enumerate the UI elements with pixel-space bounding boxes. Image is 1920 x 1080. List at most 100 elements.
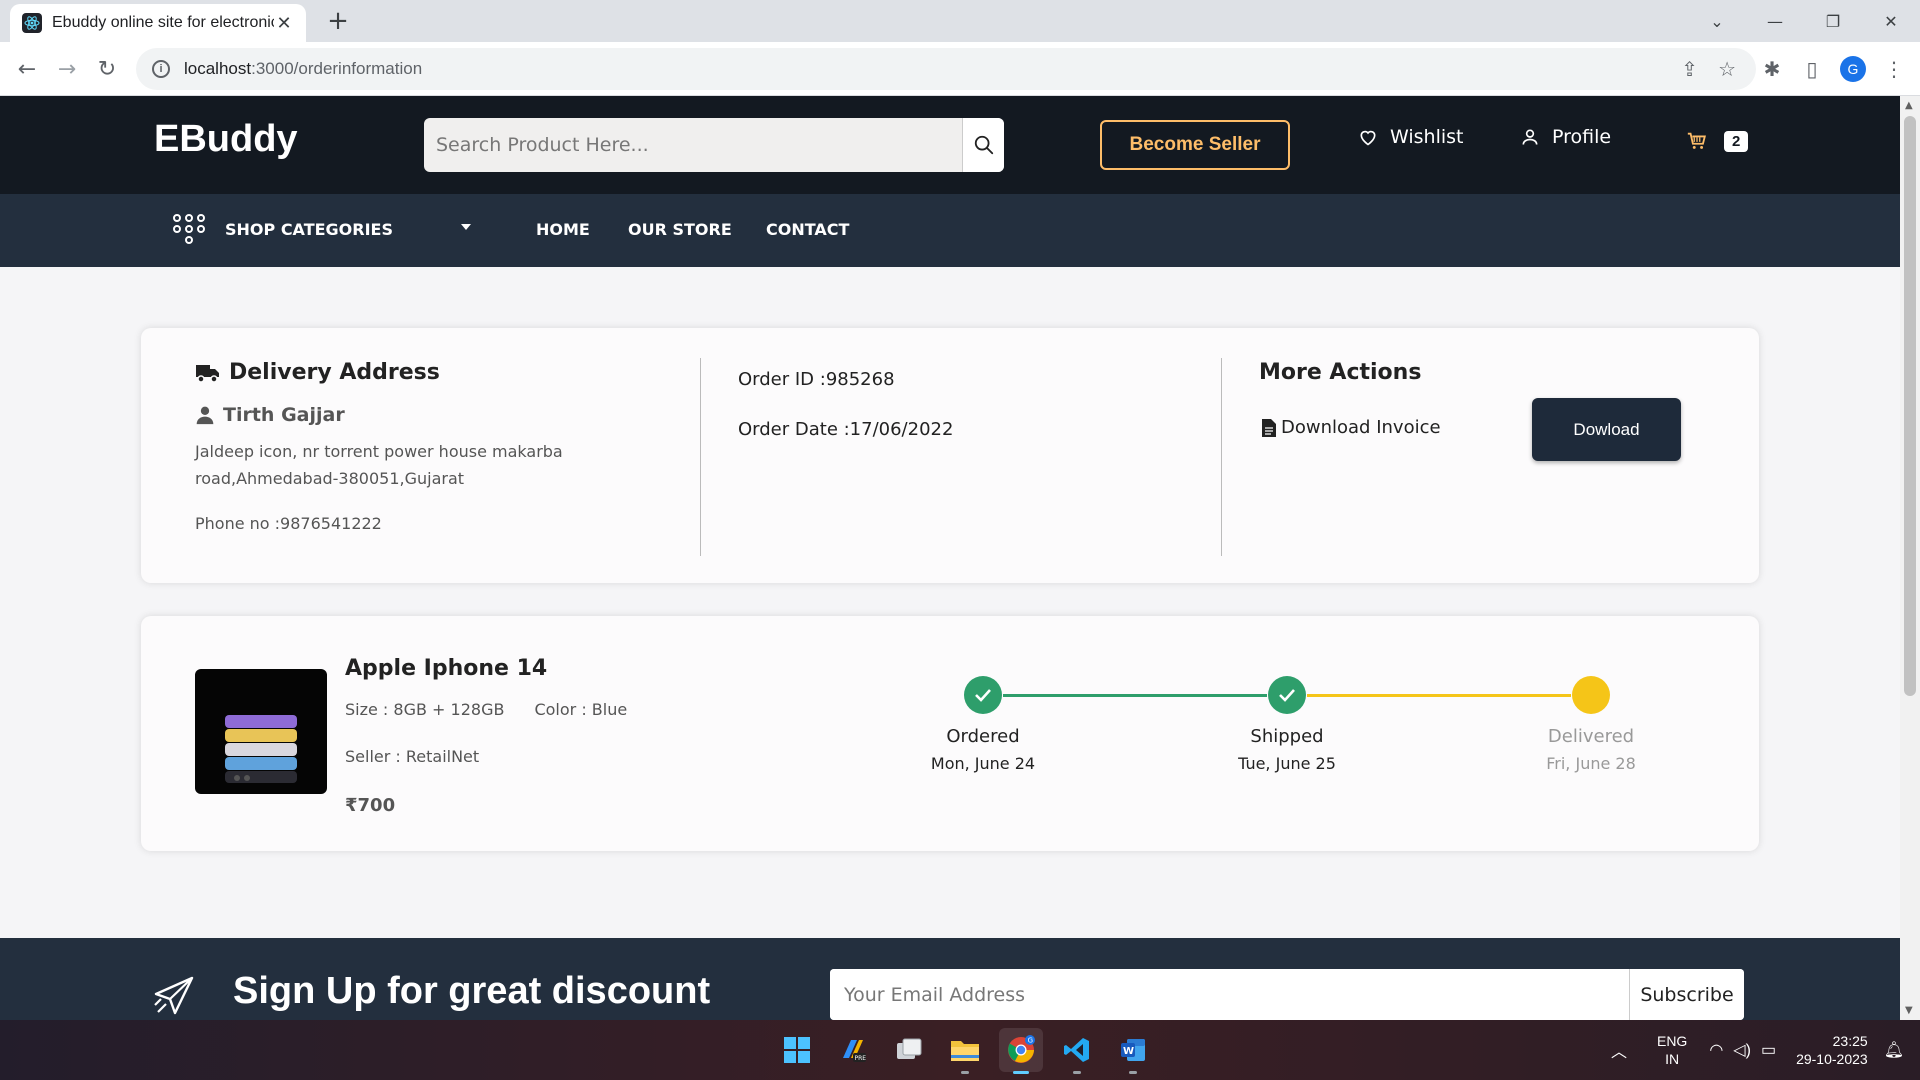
step-delivered-label: Delivered <box>1547 726 1635 747</box>
customer-name: Tirth Gajjar <box>195 404 345 426</box>
site-header: EBuddy Become Seller Wishlist Profile 2 <box>0 96 1900 194</box>
product-name[interactable]: Apple Iphone 14 <box>345 656 547 681</box>
language-indicator[interactable]: ENG IN <box>1657 1032 1687 1068</box>
step-shipped-date: Tue, June 25 <box>1238 754 1336 773</box>
main-nav: SHOP CATEGORIES HOME OUR STORE CONTACT <box>0 194 1900 267</box>
volume-icon[interactable]: ◁) <box>1733 1040 1751 1060</box>
order-id: Order ID :985268 <box>738 369 895 390</box>
tracking-line-pending <box>1307 694 1571 697</box>
paper-plane-icon <box>154 976 194 1015</box>
vscode-icon[interactable] <box>1055 1028 1099 1074</box>
system-tray: ︿ ENG IN ◠ ◁) ▭ 23:25 29-10-2023 🔔︎ <box>1611 1020 1920 1080</box>
delivery-address-heading: Delivery Address <box>195 360 440 385</box>
cart-link[interactable]: 2 <box>1686 130 1749 152</box>
address-bar[interactable]: i localhost:3000/orderinformation ⇪ ☆ <box>136 48 1756 90</box>
download-invoice-link[interactable]: Download Invoice <box>1261 417 1441 438</box>
user-icon <box>1522 129 1538 145</box>
profile-avatar[interactable]: G <box>1840 56 1866 82</box>
page-scrollbar[interactable]: ▲ ▼ <box>1900 96 1920 1020</box>
tracking-line-done <box>1003 694 1267 697</box>
product-price: ₹700 <box>345 795 396 816</box>
tab-search-chevron-icon[interactable]: ⌄ <box>1688 12 1746 31</box>
profile-label: Profile <box>1552 126 1612 148</box>
back-icon[interactable]: ← <box>12 54 42 84</box>
signup-heading: Sign Up for great discount <box>233 970 711 1012</box>
product-color: Color : Blue <box>534 700 628 719</box>
browser-toolbar: ← → ↻ i localhost:3000/orderinformation … <box>0 42 1920 96</box>
wifi-icon[interactable]: ◠ <box>1709 1040 1723 1060</box>
search-input[interactable] <box>424 118 962 172</box>
cart-count-badge: 2 <box>1724 130 1749 152</box>
scroll-thumb[interactable] <box>1904 116 1916 696</box>
more-actions-heading: More Actions <box>1259 360 1422 385</box>
cart-icon <box>1687 132 1706 149</box>
step-shipped-label: Shipped <box>1250 726 1324 747</box>
step-ordered-date: Mon, June 24 <box>930 754 1036 773</box>
truck-icon <box>196 364 219 383</box>
scroll-down-icon[interactable]: ▼ <box>1905 1005 1913 1016</box>
order-date: Order Date :17/06/2022 <box>738 419 954 440</box>
profile-link[interactable]: Profile <box>1520 126 1611 148</box>
caret-down-icon[interactable] <box>461 224 471 230</box>
become-seller-button[interactable]: Become Seller <box>1100 120 1290 170</box>
download-button[interactable]: Dowload <box>1532 398 1681 461</box>
toolbar-actions: ✱ ▯ G ⋮ <box>1760 42 1920 96</box>
nav-contact-link[interactable]: CONTACT <box>766 220 849 239</box>
forward-icon[interactable]: → <box>52 54 82 84</box>
restore-icon[interactable]: ❐ <box>1804 12 1862 31</box>
taskbar-clock[interactable]: 23:25 29-10-2023 <box>1796 1032 1868 1068</box>
site-info-icon[interactable]: i <box>152 60 170 78</box>
bookmark-star-icon[interactable]: ☆ <box>1718 57 1736 81</box>
shop-categories-dropdown[interactable]: SHOP CATEGORIES <box>225 220 393 239</box>
copilot-icon[interactable]: PRE <box>831 1028 875 1072</box>
browser-tab[interactable]: Ebuddy online site for electronic ✕ <box>10 4 306 42</box>
nav-home-link[interactable]: HOME <box>536 220 590 239</box>
reload-icon[interactable]: ↻ <box>92 54 122 84</box>
close-window-icon[interactable]: ✕ <box>1862 12 1920 31</box>
scroll-up-icon[interactable]: ▲ <box>1905 100 1913 111</box>
wishlist-link[interactable]: Wishlist <box>1358 126 1464 148</box>
shipped-check-icon <box>1268 676 1306 714</box>
tab-title: Ebuddy online site for electronic <box>52 14 274 31</box>
brand-logo[interactable]: EBuddy <box>154 118 298 161</box>
chrome-icon[interactable]: G <box>999 1028 1043 1074</box>
side-panel-icon[interactable]: ▯ <box>1800 57 1824 81</box>
categories-grid-icon[interactable] <box>173 214 205 244</box>
column-divider <box>700 358 701 556</box>
file-explorer-icon[interactable] <box>943 1028 987 1074</box>
browser-menu-icon[interactable]: ⋮ <box>1882 57 1906 81</box>
os-taskbar: PRE G W ︿ ENG IN ◠ ◁) ▭ 23:25 29-10-2023… <box>0 1020 1920 1080</box>
ordered-check-icon <box>964 676 1002 714</box>
newsletter-form: Subscribe <box>830 969 1744 1020</box>
url-text[interactable]: localhost:3000/orderinformation <box>184 59 1681 79</box>
step-delivered-date: Fri, June 28 <box>1546 754 1636 773</box>
email-input[interactable] <box>830 969 1629 1020</box>
product-image[interactable] <box>195 669 327 794</box>
order-info-card: Delivery Address Tirth Gajjar Jaldeep ic… <box>141 328 1759 583</box>
word-icon[interactable]: W <box>1111 1028 1155 1074</box>
tab-close-icon[interactable]: ✕ <box>274 13 294 34</box>
new-tab-icon[interactable]: + <box>322 6 354 36</box>
battery-icon[interactable]: ▭ <box>1761 1040 1776 1060</box>
minimize-icon[interactable]: — <box>1746 12 1804 31</box>
tray-overflow-chevron-icon[interactable]: ︿ <box>1611 1038 1627 1062</box>
file-icon <box>1262 418 1276 437</box>
share-icon[interactable]: ⇪ <box>1681 57 1698 81</box>
delivered-pending-dot <box>1572 676 1610 714</box>
notifications-bell-icon[interactable]: 🔔︎ <box>1884 1040 1904 1060</box>
column-divider <box>1221 358 1222 556</box>
wishlist-label: Wishlist <box>1390 126 1464 148</box>
subscribe-button[interactable]: Subscribe <box>1629 969 1744 1020</box>
svg-text:W: W <box>1123 1046 1134 1057</box>
search-button[interactable] <box>962 118 1004 172</box>
task-view-icon[interactable] <box>887 1028 931 1072</box>
product-variant: Size : 8GB + 128GB Color : Blue <box>345 700 627 719</box>
phone-number: Phone no :9876541222 <box>195 514 382 533</box>
product-size: Size : 8GB + 128GB <box>345 700 505 719</box>
user-solid-icon <box>196 406 214 425</box>
nav-our-store-link[interactable]: OUR STORE <box>628 220 732 239</box>
search-icon <box>974 135 993 155</box>
windows-start-icon[interactable] <box>775 1028 819 1072</box>
extensions-icon[interactable]: ✱ <box>1760 57 1784 81</box>
heart-icon <box>1360 130 1376 146</box>
